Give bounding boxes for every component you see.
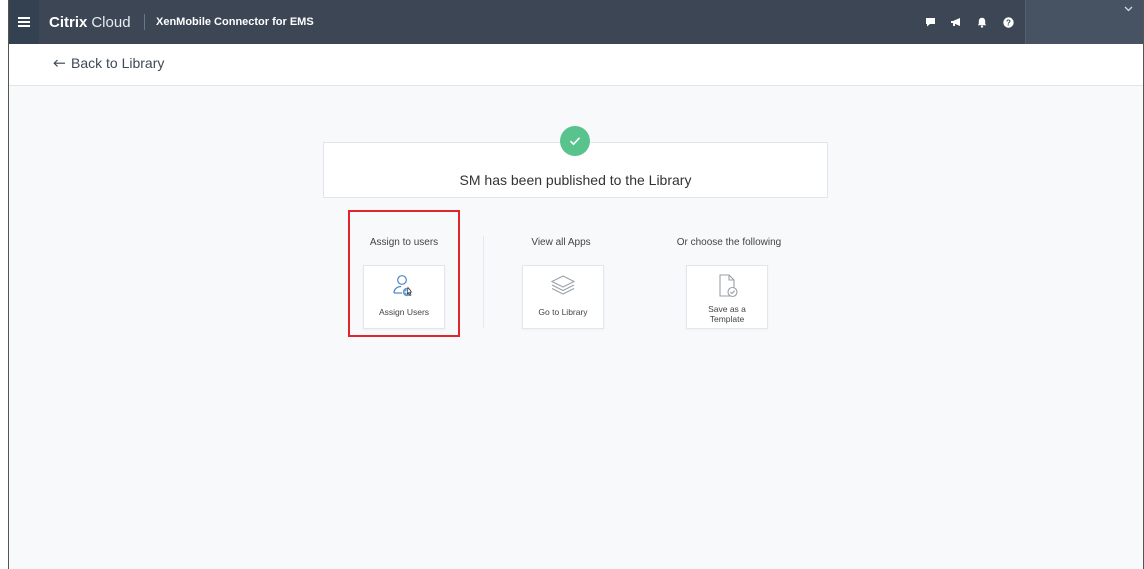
- back-to-library-link[interactable]: Back to Library: [53, 55, 164, 71]
- highlight-box: [348, 210, 460, 337]
- megaphone-icon[interactable]: [950, 16, 962, 28]
- success-check-icon: [560, 126, 590, 156]
- brand-name-bold: Citrix: [49, 13, 88, 31]
- go-to-library-card[interactable]: Go to Library: [522, 265, 604, 329]
- chevron-down-icon: [1124, 6, 1133, 12]
- back-arrow-icon: [53, 59, 65, 67]
- save-as-template-card[interactable]: Save as a Template: [686, 265, 768, 329]
- back-link-label: Back to Library: [71, 55, 165, 71]
- document-check-icon: [687, 273, 767, 299]
- product-title: XenMobile Connector for EMS: [156, 16, 314, 28]
- layers-icon: [523, 274, 603, 296]
- header-divider: [144, 14, 145, 30]
- svg-text:?: ?: [1006, 18, 1011, 27]
- chat-icon[interactable]: [924, 16, 936, 28]
- top-bar: Citrix Cloud XenMobile Connector for EMS…: [9, 0, 1143, 44]
- save-as-template-label-1: Save as a: [708, 304, 746, 314]
- brand-logo[interactable]: Citrix Cloud: [49, 0, 131, 44]
- help-icon[interactable]: ?: [1002, 16, 1014, 28]
- go-to-library-label: Go to Library: [538, 307, 588, 317]
- publish-success-message: SM has been published to the Library: [459, 172, 692, 188]
- brand-name-light: Cloud: [91, 13, 131, 31]
- hamburger-menu-button[interactable]: [9, 0, 39, 44]
- hamburger-icon: [18, 17, 30, 27]
- option-separator: [483, 236, 484, 328]
- choose-following-heading: Or choose the following: [676, 237, 782, 248]
- sub-header: Back to Library: [9, 44, 1143, 86]
- save-as-template-label-2: Template: [709, 314, 745, 324]
- bell-icon[interactable]: [976, 16, 988, 28]
- app-frame: Citrix Cloud XenMobile Connector for EMS…: [8, 0, 1144, 569]
- view-all-apps-heading: View all Apps: [531, 237, 591, 248]
- header-icon-group: ?: [924, 0, 1014, 44]
- account-menu[interactable]: [1025, 0, 1143, 44]
